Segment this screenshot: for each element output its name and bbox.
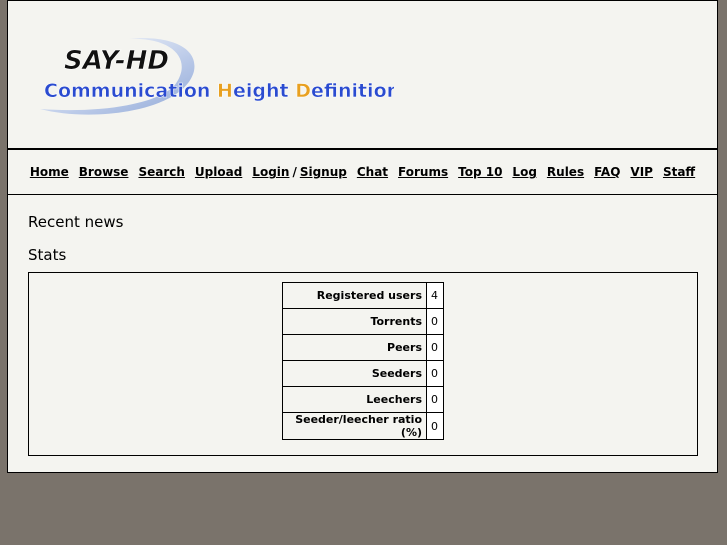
stats-value: 0 <box>426 360 444 387</box>
stats-panel: Registered users 4 Torrents 0 Peers 0 Seeders 0… <box>28 272 698 456</box>
site-header: SAY-HD Communication Height Definition <box>8 1 717 150</box>
nav-staff-link[interactable]: Staff <box>663 165 695 179</box>
nav-upload-link[interactable]: Upload <box>195 165 242 179</box>
recent-news-heading: Recent news <box>28 213 124 231</box>
logo-line2: Communication Height Definition <box>44 80 394 102</box>
stats-label: Torrents <box>282 308 427 335</box>
stats-label: Registered users <box>282 282 427 309</box>
nav-rules-link[interactable]: Rules <box>547 165 584 179</box>
logo-line2-part: D <box>295 80 311 102</box>
logo-line2-part: H <box>217 80 233 102</box>
stats-label: Leechers <box>282 386 427 413</box>
logo-line1: SAY-HD <box>64 46 169 76</box>
stats-label: Seeders <box>282 360 427 387</box>
stats-heading: Stats <box>28 246 67 264</box>
nav-browse-link[interactable]: Browse <box>79 165 129 179</box>
nav-search-link[interactable]: Search <box>138 165 184 179</box>
stats-row: Seeder/leecher ratio (%) 0 <box>282 412 444 440</box>
nav-signup-link[interactable]: Signup <box>300 165 347 179</box>
stats-value: 0 <box>426 308 444 335</box>
stats-value: 0 <box>426 412 444 440</box>
stats-row: Seeders 0 <box>282 360 444 387</box>
stats-label: Seeder/leecher ratio (%) <box>282 412 427 440</box>
logo-line2-part: eight <box>233 80 295 102</box>
stats-table: Registered users 4 Torrents 0 Peers 0 Seeders 0… <box>282 282 444 440</box>
stats-row: Leechers 0 <box>282 386 444 413</box>
nav-home-link[interactable]: Home <box>30 165 69 179</box>
nav-vip-link[interactable]: VIP <box>630 165 653 179</box>
main-nav: Home Browse Search Upload Login / Signup Chat Fo… <box>8 150 717 195</box>
logo-line2-part: Communication <box>44 80 217 102</box>
logo-graphic: SAY-HD Communication Height Definition <box>40 38 394 115</box>
nav-separator: / <box>292 165 297 179</box>
stats-value: 4 <box>426 282 444 309</box>
stats-row: Torrents 0 <box>282 308 444 335</box>
nav-forums-link[interactable]: Forums <box>398 165 448 179</box>
stats-value: 0 <box>426 334 444 361</box>
stats-label: Peers <box>282 334 427 361</box>
stats-value: 0 <box>426 386 444 413</box>
site-logo[interactable]: SAY-HD Communication Height Definition <box>34 31 394 121</box>
stats-row: Peers 0 <box>282 334 444 361</box>
logo-line2-part: efinition <box>311 80 394 102</box>
stats-row: Registered users 4 <box>282 282 444 309</box>
nav-login-link[interactable]: Login <box>252 165 289 179</box>
nav-top-10-link[interactable]: Top 10 <box>458 165 502 179</box>
nav-chat-link[interactable]: Chat <box>357 165 388 179</box>
nav-log-link[interactable]: Log <box>512 165 536 179</box>
page-container: SAY-HD Communication Height Definition H… <box>7 0 718 473</box>
nav-faq-link[interactable]: FAQ <box>594 165 620 179</box>
